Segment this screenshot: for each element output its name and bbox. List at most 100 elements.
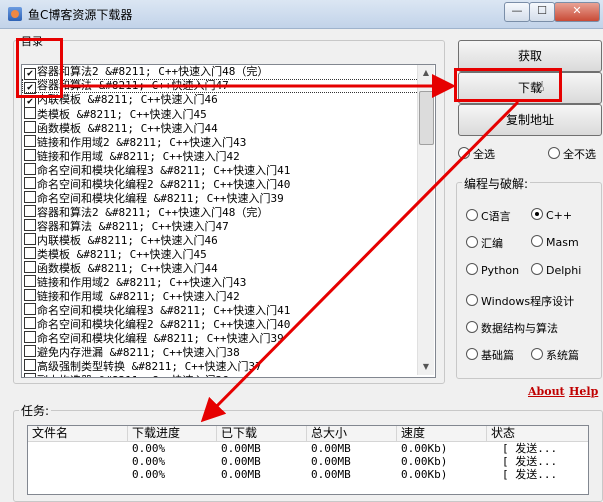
checkbox-icon[interactable]	[24, 177, 36, 189]
cell-total: 0.00MB	[311, 442, 351, 455]
list-item[interactable]: ✔ 内联模板 &#8211; C++快速入门46	[22, 93, 435, 108]
checkbox-icon[interactable]	[24, 289, 36, 301]
category-radio-c[interactable]: C语言	[466, 208, 511, 224]
checkbox-icon[interactable]	[24, 121, 36, 133]
list-item[interactable]: ✔ 容器和算法 &#8211; C++快速入门47	[22, 79, 435, 94]
column-header-status[interactable]: 状态	[487, 426, 588, 441]
scroll-down-arrow-icon[interactable]: ▼	[418, 359, 434, 375]
select-none-radio[interactable]: 全不选	[548, 146, 596, 162]
category-radio-basic[interactable]: 基础篇	[466, 347, 514, 363]
category-label-ds: 数据结构与算法	[481, 322, 558, 335]
category-radio-ds[interactable]: 数据结构与算法	[466, 320, 558, 336]
category-radio-delphi[interactable]: Delphi	[531, 263, 581, 277]
checkbox-icon[interactable]	[24, 275, 36, 287]
about-link[interactable]: About	[528, 385, 565, 398]
column-header-speed[interactable]: 速度	[397, 426, 487, 441]
list-item[interactable]: 避免内存泄漏 &#8211; C++快速入门38	[22, 345, 435, 359]
list-item[interactable]: 类模板 &#8211; C++快速入门45	[22, 247, 435, 261]
maximize-button[interactable]: ☐	[529, 2, 555, 22]
list-item[interactable]: 链接和作用域2 &#8211; C++快速入门43	[22, 275, 435, 289]
fetch-button[interactable]: 获取	[458, 40, 602, 72]
select-all-radio[interactable]: 全选	[458, 146, 495, 162]
list-item[interactable]: 高级强制类型转换 &#8211; C++快速入门37	[22, 359, 435, 373]
list-item-label: 命名空间和模块化编程 &#8211; C++快速入门39	[37, 332, 284, 345]
radio-icon	[531, 348, 543, 360]
category-radio-cpp[interactable]: C++	[531, 208, 572, 222]
checkbox-icon[interactable]	[24, 317, 36, 329]
category-radio-windows[interactable]: Windows程序设计	[466, 293, 574, 309]
checkbox-icon[interactable]	[24, 219, 36, 231]
checkbox-icon[interactable]	[24, 233, 36, 245]
catalog-scrollbar[interactable]: ▲ ▼	[417, 65, 434, 375]
category-label-system: 系统篇	[546, 349, 579, 362]
checkbox-icon[interactable]	[24, 359, 36, 371]
list-item[interactable]: 链接和作用域 &#8211; C++快速入门42	[22, 289, 435, 303]
checkbox-icon[interactable]	[24, 261, 36, 273]
checkbox-icon[interactable]	[24, 191, 36, 203]
checkbox-icon[interactable]	[24, 149, 36, 161]
category-label-asm: 汇编	[481, 237, 503, 250]
checkbox-icon[interactable]	[24, 107, 36, 119]
checkbox-icon[interactable]	[24, 373, 36, 377]
list-item[interactable]: 命名空间和模块化编程 &#8211; C++快速入门39	[22, 191, 435, 205]
download-button[interactable]: 下载	[458, 72, 602, 104]
list-item-label: 命名空间和模块化编程3 &#8211; C++快速入门41	[37, 164, 291, 177]
list-item[interactable]: 函数模板 &#8211; C++快速入门44	[22, 261, 435, 275]
list-item[interactable]: 链接和作用域 &#8211; C++快速入门42	[22, 149, 435, 163]
cell-status: [ 发送...	[502, 468, 558, 481]
checkbox-icon[interactable]	[24, 163, 36, 175]
list-item[interactable]: 容器和算法 &#8211; C++快速入门47	[22, 219, 435, 233]
list-item-label: 内联模板 &#8211; C++快速入门46	[37, 234, 218, 247]
checkbox-icon[interactable]	[24, 247, 36, 259]
checkbox-icon[interactable]	[24, 205, 36, 217]
category-radio-python[interactable]: Python	[466, 263, 519, 277]
list-item[interactable]: 命名空间和模块化编程3 &#8211; C++快速入门41	[22, 163, 435, 177]
checkbox-icon[interactable]	[24, 331, 36, 343]
category-label-delphi: Delphi	[546, 264, 582, 277]
list-item-label: 副本构造器 &#8211; C++快速入门36	[37, 374, 229, 377]
cell-speed: 0.00Kb)	[401, 468, 448, 481]
list-item[interactable]: 容器和算法2 &#8211; C++快速入门48（完）	[22, 205, 435, 219]
category-label-masm: Masm	[546, 236, 579, 249]
column-header-progress[interactable]: 下载进度	[128, 426, 217, 441]
catalog-list[interactable]: ✔ 容器和算法2 &#8211; C++快速入门48（完） ✔ 容器和算法 &#821…	[21, 64, 436, 378]
checkbox-icon[interactable]	[24, 135, 36, 147]
cell-progress: 0.00%	[132, 442, 166, 455]
close-button[interactable]: ✕	[554, 2, 600, 22]
cell-progress: 0.00%	[132, 468, 166, 481]
list-item[interactable]: 命名空间和模块化编程2 &#8211; C++快速入门40	[22, 317, 435, 331]
category-radio-masm[interactable]: Masm	[531, 235, 579, 249]
minimize-button[interactable]: —	[504, 2, 530, 22]
list-item-label: 命名空间和模块化编程 &#8211; C++快速入门39	[37, 192, 284, 205]
title-bar: 鱼C博客资源下载器 — ☐ ✕	[0, 0, 603, 29]
category-label: 编程与破解:	[462, 175, 531, 192]
copy-address-button[interactable]: 复制地址	[458, 104, 602, 136]
list-item[interactable]: 类模板 &#8211; C++快速入门45	[22, 107, 435, 121]
category-radio-asm[interactable]: 汇编	[466, 235, 503, 251]
help-link[interactable]: Help	[569, 385, 598, 398]
list-item[interactable]: 命名空间和模块化编程3 &#8211; C++快速入门41	[22, 303, 435, 317]
checkbox-icon[interactable]	[24, 303, 36, 315]
column-header-total[interactable]: 总大小	[307, 426, 397, 441]
list-item[interactable]: 命名空间和模块化编程2 &#8211; C++快速入门40	[22, 177, 435, 191]
category-label-cpp: C++	[546, 209, 573, 222]
table-row[interactable]: 0.00% 0.00MB 0.00MB 0.00Kb) [ 发送...	[28, 442, 588, 455]
checkbox-icon[interactable]	[24, 345, 36, 357]
list-item[interactable]: ✔ 容器和算法2 &#8211; C++快速入门48（完）	[22, 65, 435, 80]
app-icon	[8, 7, 22, 21]
column-header-filename[interactable]: 文件名	[28, 426, 128, 441]
scroll-thumb[interactable]	[419, 91, 434, 145]
category-radio-system[interactable]: 系统篇	[531, 347, 579, 363]
list-item[interactable]: 命名空间和模块化编程 &#8211; C++快速入门39	[22, 331, 435, 345]
table-row[interactable]: 0.00% 0.00MB 0.00MB 0.00Kb) [ 发送...	[28, 455, 588, 468]
task-table[interactable]: 文件名 下载进度 已下载 总大小 速度 状态 0.00% 0.00MB 0.00MB…	[27, 425, 589, 495]
cell-speed: 0.00Kb)	[401, 442, 448, 455]
list-item[interactable]: 函数模板 &#8211; C++快速入门44	[22, 121, 435, 135]
column-header-downloaded[interactable]: 已下载	[217, 426, 307, 441]
mouse-cursor-icon: ☝	[536, 79, 545, 95]
list-item[interactable]: 内联模板 &#8211; C++快速入门46	[22, 233, 435, 247]
list-item[interactable]: 链接和作用域2 &#8211; C++快速入门43	[22, 135, 435, 149]
scroll-up-arrow-icon[interactable]: ▲	[418, 65, 434, 81]
table-row[interactable]: 0.00% 0.00MB 0.00MB 0.00Kb) [ 发送...	[28, 468, 588, 481]
list-item[interactable]: 副本构造器 &#8211; C++快速入门36	[22, 373, 435, 377]
